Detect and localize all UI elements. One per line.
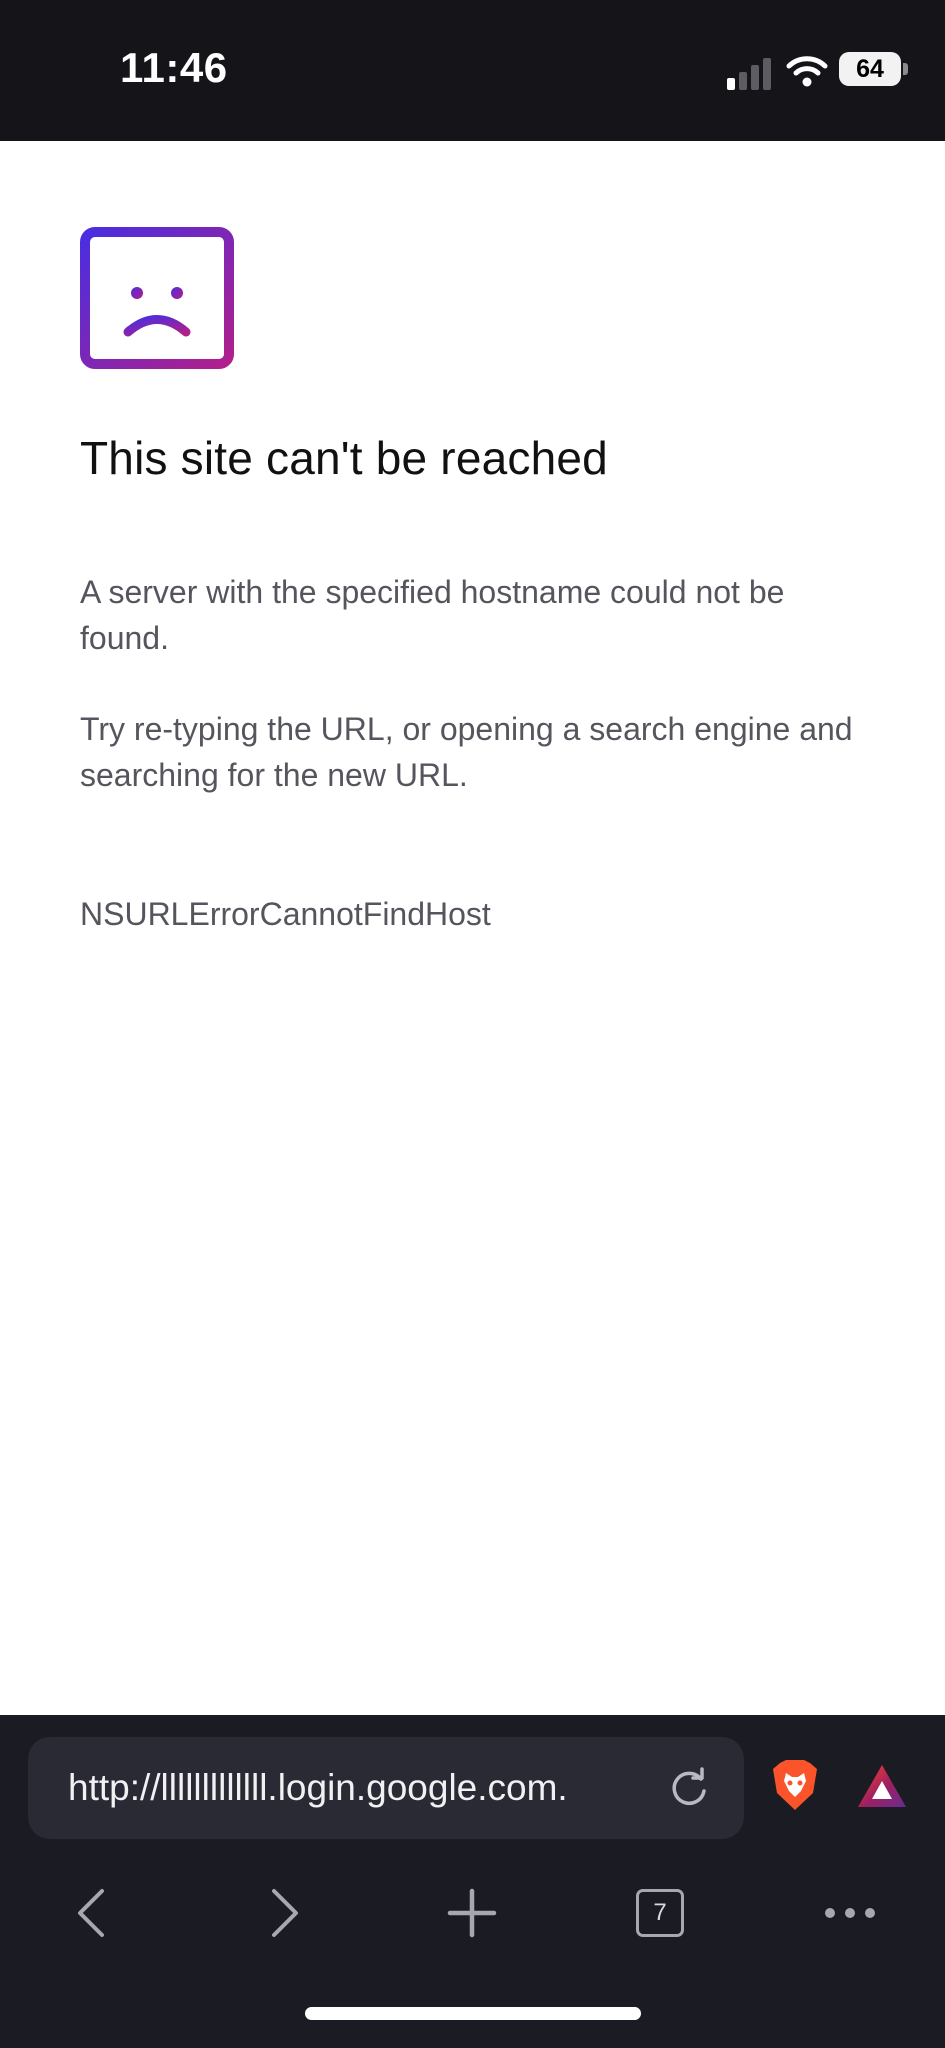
- error-description: A server with the specified hostname cou…: [80, 574, 785, 656]
- browser-toolbar: http://lllllllllllll.login.google.com. 7: [0, 1715, 945, 2048]
- battery-icon: 64: [839, 52, 908, 86]
- reload-icon[interactable]: [668, 1767, 710, 1809]
- home-indicator[interactable]: [305, 2007, 641, 2020]
- sad-browser-icon: [80, 227, 234, 369]
- battery-tip: [903, 63, 908, 75]
- url-text[interactable]: http://lllllllllllll.login.google.com.: [68, 1737, 658, 1839]
- status-bar: 11:46 64: [0, 0, 945, 141]
- chevron-left-icon[interactable]: [64, 1883, 124, 1943]
- error-title: This site can't be reached: [80, 432, 608, 484]
- error-code: NSURLErrorCannotFindHost: [80, 896, 491, 932]
- chevron-right-icon[interactable]: [252, 1883, 312, 1943]
- brave-shields-icon[interactable]: [772, 1759, 818, 1811]
- tab-count: 7: [636, 1889, 684, 1937]
- plus-icon[interactable]: [442, 1883, 502, 1943]
- error-suggestion: Try re-typing the URL, or opening a sear…: [80, 711, 853, 793]
- battery-level: 64: [856, 55, 884, 83]
- wifi-icon: [786, 56, 828, 87]
- url-bar[interactable]: http://lllllllllllll.login.google.com.: [28, 1737, 744, 1839]
- brave-rewards-icon[interactable]: [856, 1763, 908, 1809]
- status-time: 11:46: [120, 44, 228, 91]
- url-fade: [598, 1737, 668, 1839]
- more-icon[interactable]: [820, 1883, 880, 1943]
- navigation-row: 7: [0, 1865, 945, 1965]
- signal-icon: [727, 58, 771, 90]
- tabs-button[interactable]: 7: [630, 1883, 690, 1943]
